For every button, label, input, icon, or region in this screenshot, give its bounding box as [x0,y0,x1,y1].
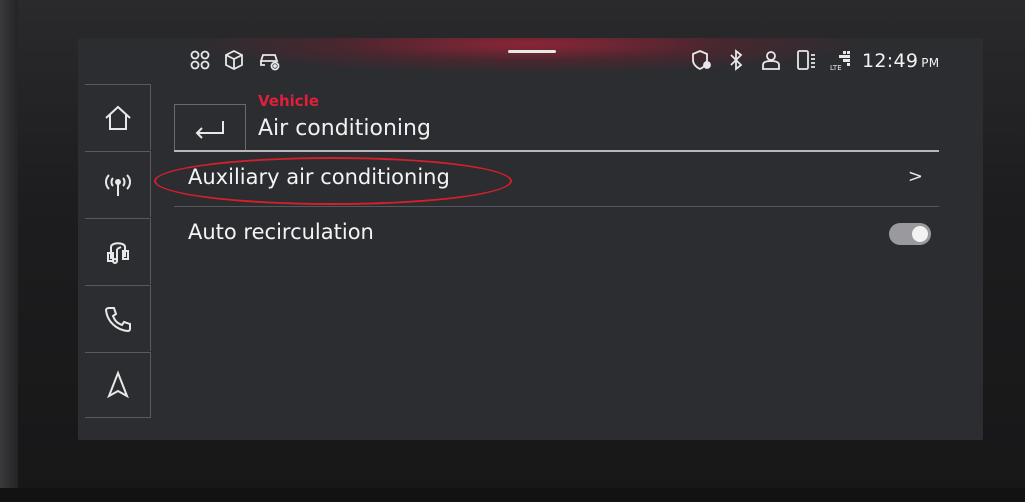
sidebar-item-navigation[interactable] [85,352,151,418]
back-button[interactable] [174,104,246,150]
list-item-label: Auxiliary air conditioning [188,165,450,189]
user-profile-icon [759,48,783,72]
phone-icon [104,306,131,332]
media-music-icon [106,241,129,264]
list-item-label: Auto recirculation [188,220,374,244]
sidebar-item-phone[interactable] [85,285,151,351]
bezel-edge [0,0,18,502]
package-icon[interactable] [222,48,246,72]
auto-recirculation-toggle[interactable] [889,223,931,245]
home-icon [104,105,131,130]
sidebar-item-radio[interactable] [85,151,151,217]
sidebar-item-home[interactable] [85,84,151,150]
sidebar-nav [85,84,151,419]
bezel-bottom [0,488,1025,502]
phone-battery-icon [794,48,818,72]
drag-handle[interactable] [508,50,556,53]
bluetooth-icon [724,48,748,72]
breadcrumb[interactable]: Vehicle [258,92,319,110]
page-title: Air conditioning [258,116,431,141]
back-arrow-icon [195,120,224,139]
clock-ampm: PM [921,56,940,70]
toggle-knob [912,226,928,242]
svg-text:LTE: LTE [830,64,842,72]
clock: 12:49 PM [862,50,939,72]
car-settings-icon[interactable] [258,48,282,72]
radio-antenna-icon [104,173,131,196]
navigation-icon [106,370,129,399]
clock-time: 12:49 [862,50,919,72]
chevron-right-icon: > [907,166,923,187]
location-shield-icon [690,48,714,72]
lte-signal-icon: LTE [829,48,853,72]
sidebar-item-media[interactable] [85,218,151,284]
list-item-auxiliary-air-conditioning[interactable]: Auxiliary air conditioning > [154,152,939,207]
list-item-auto-recirculation[interactable]: Auto recirculation [174,207,939,261]
apps-grid-icon[interactable] [188,48,212,72]
status-bar: LTE 12:49 PM [78,38,983,84]
infotainment-screen: LTE 12:49 PM Vehicle Air conditioning Au… [78,38,983,440]
